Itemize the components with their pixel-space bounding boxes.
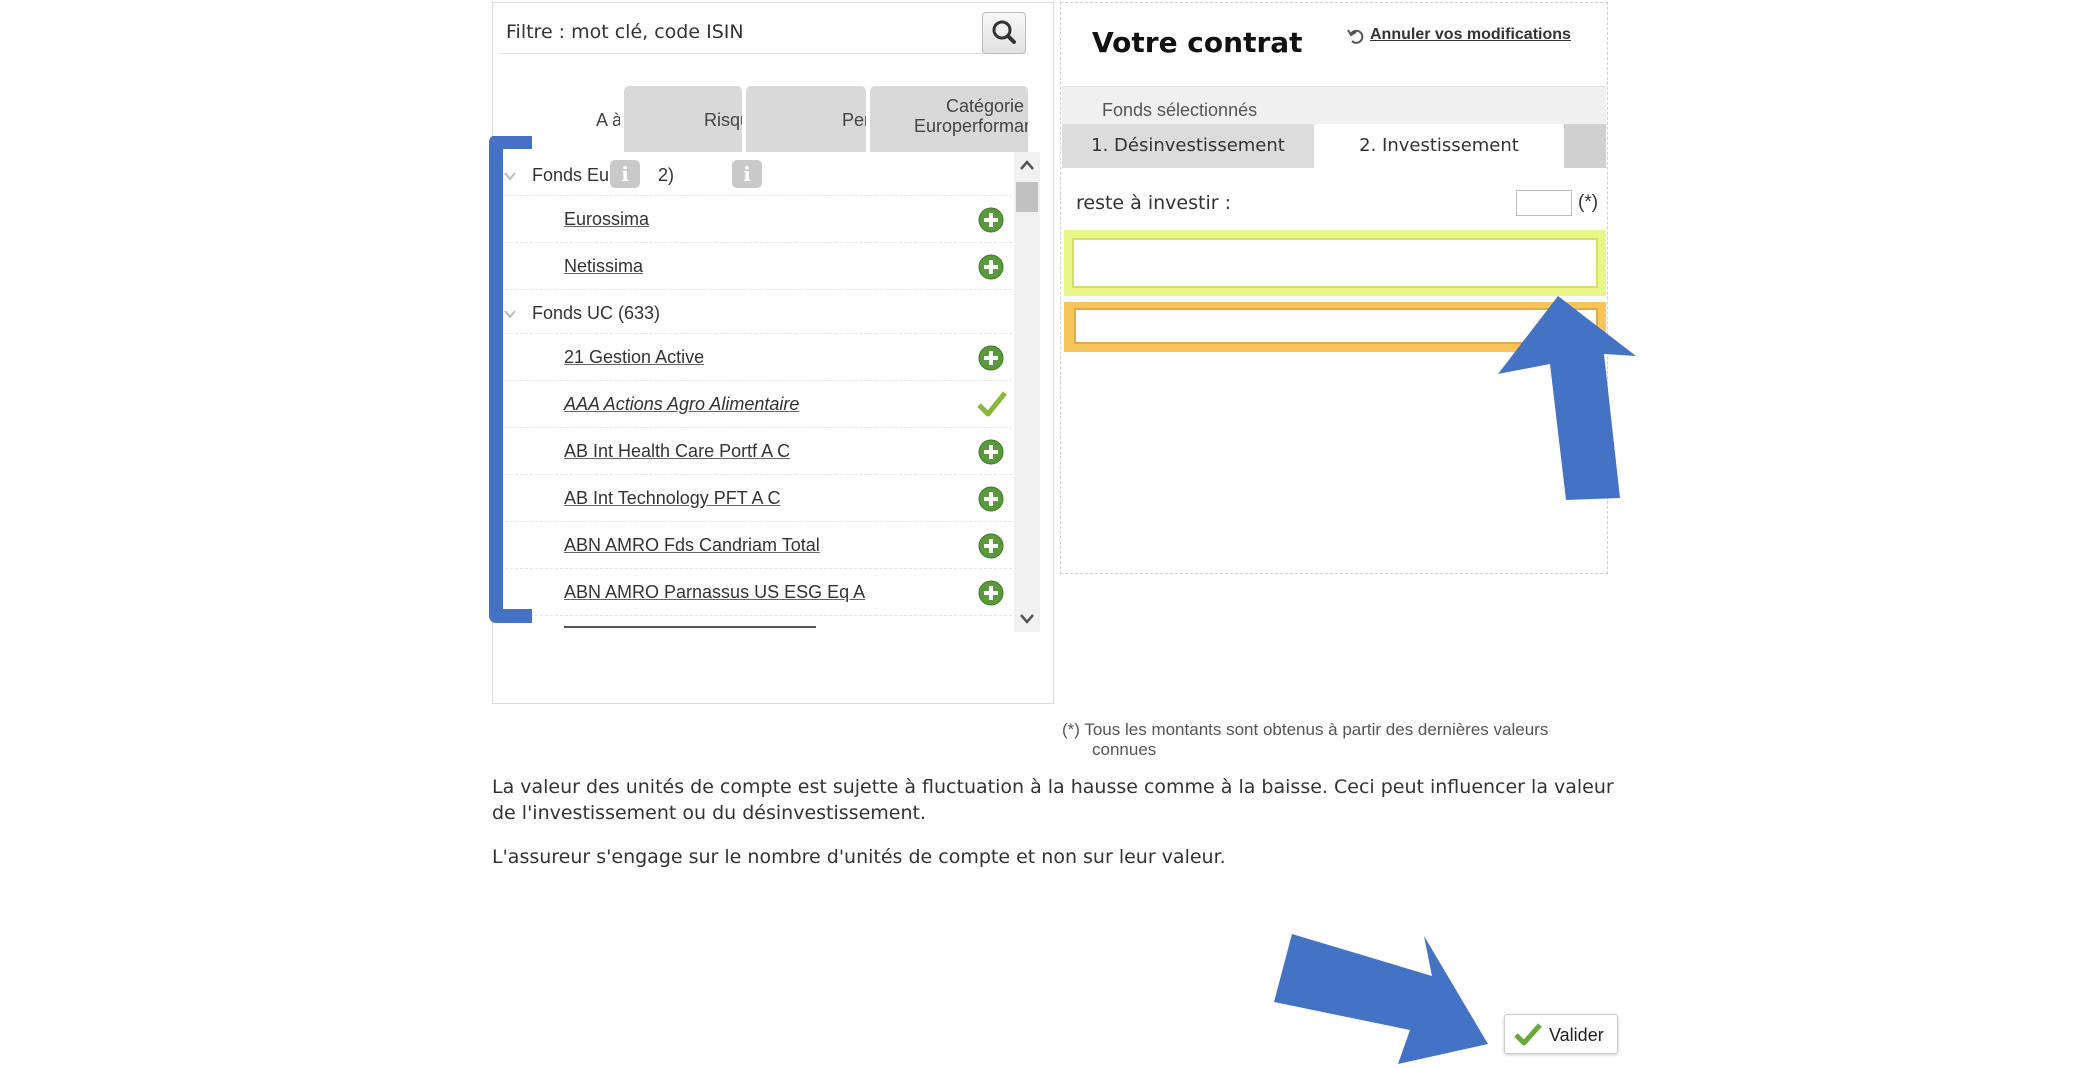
add-icon[interactable] <box>978 439 1004 465</box>
scroll-up-icon[interactable] <box>1018 158 1036 172</box>
fund-link[interactable]: Netissima <box>564 256 643 277</box>
group-label: Fonds UC (633) <box>532 303 661 323</box>
fund-link[interactable]: 21 Gestion Active <box>564 347 704 368</box>
undo-link[interactable]: Annuler vos modifications <box>1370 26 1571 44</box>
search-button[interactable] <box>982 12 1026 54</box>
footnote-line1: (*) Tous les montants sont obtenus à par… <box>1062 720 1549 739</box>
tab-investment[interactable]: 2. Investissement <box>1316 124 1562 168</box>
check-icon <box>1514 1023 1542 1046</box>
fund-link[interactable]: AAA Actions Agro Alimentaire <box>564 394 799 415</box>
info-icon[interactable]: i <box>732 160 762 188</box>
column-tab-label-line1: Catégorie <box>946 96 1025 116</box>
column-tab-label-line2: Europerformance <box>914 116 1028 136</box>
fund-link[interactable]: ABN AMRO Fds Candriam Total <box>564 535 820 556</box>
add-icon[interactable] <box>978 207 1004 233</box>
footnote-line2: connues <box>1092 740 1157 759</box>
remaining-mark: (*) <box>1578 192 1599 213</box>
add-icon[interactable] <box>978 345 1004 371</box>
remaining-label: reste à investir : <box>1076 192 1231 214</box>
fund-list: Fonds Eu 2) Eurossima Netissima Fonds UC… <box>500 152 1012 632</box>
undo-icon[interactable] <box>1346 26 1366 51</box>
tab-disinvestment[interactable]: 1. Désinvestissement <box>1062 124 1314 168</box>
fund-link[interactable]: AB Int Health Care Portf A C <box>564 441 790 462</box>
info-icon[interactable]: i <box>610 160 640 188</box>
list-item[interactable]: Netissima <box>500 243 1012 290</box>
list-item-partial <box>564 626 816 628</box>
column-tab-category[interactable]: Catégorie Europerformance <box>870 86 1028 152</box>
group-count: 2) <box>658 165 675 185</box>
list-item[interactable]: Eurossima <box>500 196 1012 243</box>
footnote: (*) Tous les montants sont obtenus à par… <box>1062 720 1622 760</box>
list-item[interactable]: ABN AMRO Parnassus US ESG Eq A <box>500 569 1012 616</box>
annotation-bracket <box>489 136 532 623</box>
filter-box <box>500 8 1028 54</box>
list-item[interactable]: 21 Gestion Active <box>500 334 1012 381</box>
list-item[interactable]: AB Int Health Care Portf A C <box>500 428 1012 475</box>
filter-input[interactable] <box>504 16 978 48</box>
column-tab-performance[interactable]: Per <box>746 86 866 152</box>
list-item[interactable]: ABN AMRO Fds Candriam Total <box>500 522 1012 569</box>
column-tab-label: Per <box>842 110 866 130</box>
group-row-uc[interactable]: Fonds UC (633) <box>500 290 1012 334</box>
validate-button[interactable]: Valider <box>1504 1014 1618 1054</box>
scroll-thumb[interactable] <box>1016 182 1038 212</box>
disclaimer-paragraph: L'assureur s'engage sur le nombre d'unit… <box>492 846 1226 868</box>
add-icon[interactable] <box>978 486 1004 512</box>
column-tab-label: Risqu <box>704 110 742 130</box>
validate-label: Valider <box>1549 1025 1604 1045</box>
add-icon[interactable] <box>978 580 1004 606</box>
list-item[interactable]: AB Int Technology PFT A C <box>500 475 1012 522</box>
selected-funds-label: Fonds sélectionnés <box>1102 100 1258 120</box>
list-item[interactable]: AAA Actions Agro Alimentaire <box>500 381 1012 428</box>
disclaimer-paragraph: La valeur des unités de compte est sujet… <box>492 776 1614 824</box>
contract-title: Votre contrat <box>1092 26 1303 59</box>
scroll-down-icon[interactable] <box>1018 612 1036 626</box>
fund-link[interactable]: ABN AMRO Parnassus US ESG Eq A <box>564 582 865 603</box>
search-icon <box>992 20 1016 44</box>
fund-link[interactable]: Eurossima <box>564 209 649 230</box>
investment-dropzone[interactable] <box>1072 238 1598 288</box>
fund-link[interactable]: AB Int Technology PFT A C <box>564 488 780 509</box>
list-scrollbar[interactable] <box>1014 152 1040 632</box>
add-icon[interactable] <box>978 533 1004 559</box>
annotation-arrow-right <box>1274 934 1488 1064</box>
add-icon[interactable] <box>978 254 1004 280</box>
column-tab-risk[interactable]: Risqu <box>624 86 742 152</box>
group-label: Fonds Eu <box>532 165 610 185</box>
check-icon <box>977 391 1007 417</box>
column-tab-label: A à <box>596 110 620 130</box>
annotation-arrow-up <box>1498 296 1636 500</box>
remaining-amount-field[interactable] <box>1516 190 1572 216</box>
tab-spacer <box>1564 124 1606 168</box>
